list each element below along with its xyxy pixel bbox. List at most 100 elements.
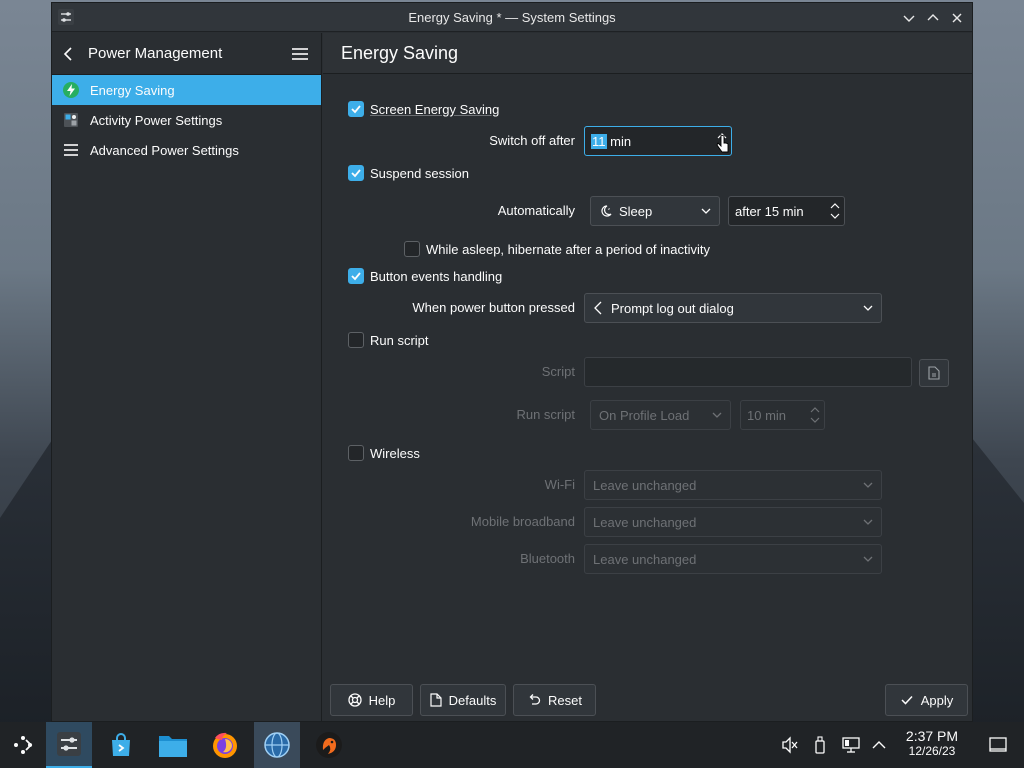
chevron-up-icon xyxy=(927,13,939,20)
usb-device-tray[interactable] xyxy=(810,722,830,768)
bluetooth-value: Leave unchanged xyxy=(593,551,697,567)
volume-muted-tray[interactable] xyxy=(778,722,802,768)
taskbar-file-manager[interactable] xyxy=(150,722,196,768)
power-button-label: When power button pressed xyxy=(412,300,575,315)
switch-off-after-spinbox[interactable]: 11 min xyxy=(584,126,732,156)
bird-app-icon xyxy=(316,732,342,758)
run-script-time-spinbox[interactable]: 10 min xyxy=(740,400,825,430)
browse-script-button[interactable] xyxy=(919,359,949,387)
spin-arrows-icon[interactable] xyxy=(830,201,840,221)
automatically-label: Automatically xyxy=(497,203,575,218)
maximize-button[interactable] xyxy=(924,9,942,27)
screen-energy-saving-checkbox[interactable] xyxy=(348,101,364,117)
clock-time: 2:37 PM xyxy=(905,728,959,744)
bluetooth-label: Bluetooth xyxy=(520,551,575,566)
suspend-action-combo[interactable]: z Sleep xyxy=(590,196,720,226)
spinbox-value: 11 xyxy=(591,133,607,149)
help-lifebuoy-icon xyxy=(347,693,362,707)
wireless-checkbox-row[interactable]: Wireless xyxy=(348,443,420,463)
button-events-checkbox[interactable] xyxy=(348,268,364,284)
defaults-button[interactable]: Defaults xyxy=(420,684,506,716)
suspend-after-value: after 15 min xyxy=(735,203,804,219)
usb-drive-icon xyxy=(815,736,825,754)
script-label: Script xyxy=(541,364,575,379)
sidebar-header: Power Management xyxy=(52,33,321,75)
launcher-icon xyxy=(14,736,33,754)
taskbar-web-browser[interactable] xyxy=(254,722,300,768)
taskbar-system-settings[interactable] xyxy=(46,722,92,768)
screen-energy-saving-checkbox-row[interactable]: Screen Energy Saving xyxy=(348,99,499,119)
run-script-checkbox[interactable] xyxy=(348,332,364,348)
mobile-broadband-value: Leave unchanged xyxy=(593,514,697,530)
sidebar-item-label: Advanced Power Settings xyxy=(90,142,239,158)
button-events-checkbox-row[interactable]: Button events handling xyxy=(348,266,502,286)
checkmark-icon xyxy=(351,105,361,114)
wireless-checkbox[interactable] xyxy=(348,445,364,461)
taskbar-discover[interactable] xyxy=(98,722,144,768)
sidebar-item-advanced-power-settings[interactable]: Advanced Power Settings xyxy=(52,135,321,165)
close-icon xyxy=(952,13,962,22)
suspend-after-spinbox[interactable]: after 15 min xyxy=(728,196,845,226)
activity-icon xyxy=(62,111,80,129)
globe-icon xyxy=(264,732,290,758)
taskbar-app[interactable] xyxy=(306,722,352,768)
settings-app-icon[interactable] xyxy=(58,9,74,25)
volume-muted-icon xyxy=(782,736,798,754)
mobile-broadband-combo[interactable]: Leave unchanged xyxy=(584,507,882,537)
chevron-down-icon xyxy=(863,482,873,488)
hibernate-checkbox-row[interactable]: While asleep, hibernate after a period o… xyxy=(404,239,710,259)
wifi-combo[interactable]: Leave unchanged xyxy=(584,470,882,500)
svg-text:z: z xyxy=(608,206,610,211)
firefox-icon xyxy=(213,732,237,758)
switch-off-after-label: Switch off after xyxy=(489,133,575,148)
sidebar-item-activity-power-settings[interactable]: Activity Power Settings xyxy=(52,105,321,135)
script-path-input[interactable] xyxy=(584,357,912,387)
chevron-down-icon xyxy=(863,305,873,311)
run-script-when-combo[interactable]: On Profile Load xyxy=(590,400,731,430)
list-icon xyxy=(62,141,80,159)
sidebar-back-label[interactable]: Power Management xyxy=(88,45,222,62)
sidebar-item-energy-saving[interactable]: Energy Saving xyxy=(52,75,321,105)
wifi-value: Leave unchanged xyxy=(593,477,697,493)
sidebar: Power Management Energy Saving Activity … xyxy=(52,33,322,721)
back-button[interactable] xyxy=(62,46,78,62)
apply-button[interactable]: Apply xyxy=(885,684,968,716)
window-title: Energy Saving * — System Settings xyxy=(408,9,616,25)
chevron-down-icon xyxy=(701,208,711,214)
digital-clock[interactable]: 2:37 PM 12/26/23 xyxy=(896,729,968,759)
window-titlebar[interactable]: Energy Saving * — System Settings xyxy=(52,3,972,32)
run-script-when-label: Run script xyxy=(516,407,575,422)
show-hidden-icons-button[interactable] xyxy=(869,722,889,768)
clock-date: 12/26/23 xyxy=(908,744,956,758)
main-panel: Energy Saving Screen Energy Saving Switc… xyxy=(323,33,972,721)
sidebar-item-label: Energy Saving xyxy=(90,82,175,98)
application-launcher[interactable] xyxy=(0,722,46,768)
chevron-down-icon xyxy=(712,412,722,418)
button-events-label: Button events handling xyxy=(370,268,503,284)
close-button[interactable] xyxy=(948,9,966,27)
suspend-session-checkbox-row[interactable]: Suspend session xyxy=(348,163,469,183)
defaults-button-label: Defaults xyxy=(448,692,497,708)
sleep-moon-icon: z xyxy=(601,205,612,217)
power-button-action-combo[interactable]: Prompt log out dialog xyxy=(584,293,882,323)
spin-arrows-icon[interactable] xyxy=(810,405,820,425)
desktop-icon xyxy=(989,737,1007,752)
minimize-button[interactable] xyxy=(900,9,918,27)
show-desktop-button[interactable] xyxy=(986,722,1010,768)
hibernate-checkbox[interactable] xyxy=(404,241,420,257)
wireless-label: Wireless xyxy=(370,445,420,461)
taskbar: 2:37 PM 12/26/23 xyxy=(0,722,1024,768)
run-script-time-value: 10 min xyxy=(747,407,787,423)
energy-icon xyxy=(62,81,80,99)
mobile-broadband-label: Mobile broadband xyxy=(470,514,575,529)
taskbar-firefox[interactable] xyxy=(202,722,248,768)
store-bag-icon xyxy=(112,733,130,756)
network-tray[interactable] xyxy=(840,722,862,768)
help-button[interactable]: Help xyxy=(330,684,413,716)
bluetooth-combo[interactable]: Leave unchanged xyxy=(584,544,882,574)
reset-button[interactable]: Reset xyxy=(513,684,596,716)
run-script-checkbox-row[interactable]: Run script xyxy=(348,330,429,350)
suspend-session-checkbox[interactable] xyxy=(348,165,364,181)
run-script-when-value: On Profile Load xyxy=(599,407,690,423)
hamburger-menu-button[interactable] xyxy=(291,46,309,62)
